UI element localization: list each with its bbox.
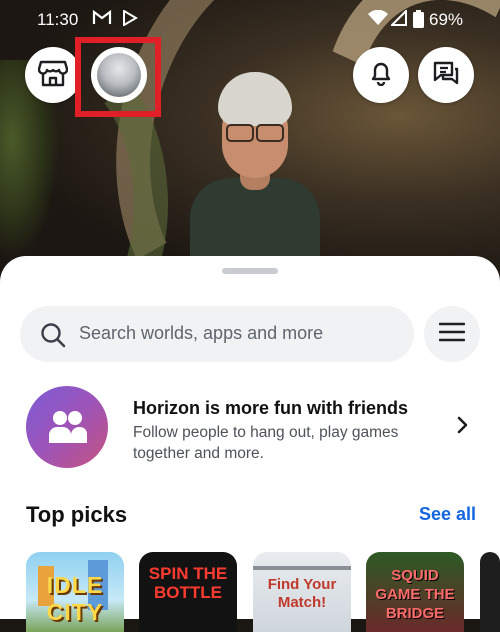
tile-title: IDLE CITY xyxy=(46,572,104,625)
search-icon xyxy=(40,322,66,353)
notifications-button[interactable] xyxy=(353,47,409,103)
search-bar[interactable]: Search worlds, apps and more xyxy=(20,306,414,362)
search-placeholder: Search worlds, apps and more xyxy=(79,323,324,343)
battery-icon xyxy=(413,10,424,32)
status-bar: 11:30 69% xyxy=(0,0,500,40)
play-store-icon xyxy=(122,9,138,30)
messages-button[interactable] xyxy=(418,47,474,103)
hamburger-menu-icon xyxy=(438,321,466,348)
bottom-sheet: Search worlds, apps and more Horizon is … xyxy=(0,256,500,632)
friends-card-title: Horizon is more fun with friends xyxy=(133,398,409,418)
chat-icon xyxy=(432,60,460,91)
top-picks-title: Top picks xyxy=(26,502,128,527)
tile-title: SQUID GAME THE BRIDGE xyxy=(375,567,455,622)
tile-title: SPIN THE BOTTLE xyxy=(148,564,228,602)
menu-button[interactable] xyxy=(424,306,480,362)
chevron-right-icon[interactable] xyxy=(456,416,468,439)
battery-percentage: 69% xyxy=(429,10,464,29)
store-icon xyxy=(37,59,69,92)
friends-icon xyxy=(26,386,108,468)
top-pick-tile[interactable]: IDLE CITY xyxy=(26,552,124,632)
drag-handle[interactable] xyxy=(222,268,278,274)
bell-icon xyxy=(368,60,394,91)
profile-highlight-box xyxy=(75,37,161,117)
gmail-icon xyxy=(92,9,112,29)
see-all-link[interactable]: See all xyxy=(419,504,476,525)
top-pick-tile[interactable]: Find Your Match! xyxy=(253,552,351,632)
top-pick-tile[interactable]: SQUID GAME THE BRIDGE xyxy=(366,552,464,632)
status-time: 11:30 xyxy=(37,10,79,29)
top-pick-tile[interactable]: SPIN THE BOTTLE xyxy=(139,552,237,632)
friends-promo-card[interactable]: Horizon is more fun with friends Follow … xyxy=(0,384,500,470)
store-button[interactable] xyxy=(25,47,81,103)
friends-card-description: Follow people to hang out, play games to… xyxy=(133,424,399,462)
top-picks-carousel[interactable]: IDLE CITY SPIN THE BOTTLE Find Your Matc… xyxy=(0,552,500,632)
wifi-icon xyxy=(368,9,388,30)
tile-title: Find Your Match! xyxy=(267,576,337,611)
top-pick-tile[interactable] xyxy=(480,552,500,632)
signal-icon xyxy=(389,8,407,30)
